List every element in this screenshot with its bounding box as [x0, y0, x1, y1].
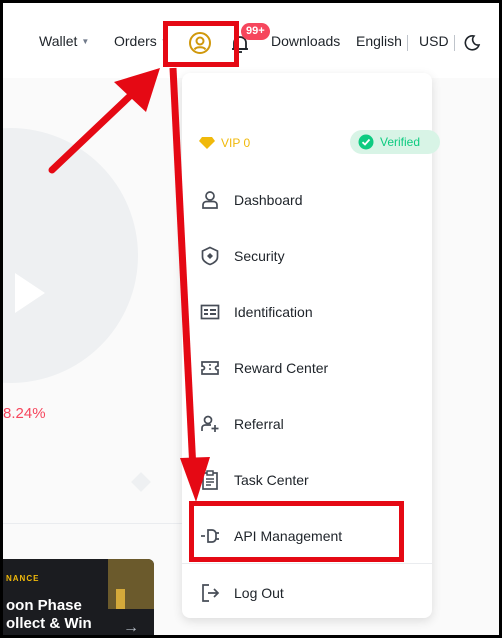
- banner-artwork: [116, 589, 125, 609]
- divider: [182, 563, 432, 564]
- logout-icon: [202, 584, 220, 602]
- vip-level[interactable]: VIP 0: [199, 136, 250, 150]
- menu-item-referral[interactable]: Referral: [182, 404, 432, 444]
- menu-item-dashboard[interactable]: Dashboard: [182, 180, 432, 220]
- divider: [407, 35, 408, 51]
- chevron-right-icon: [15, 273, 45, 313]
- diamond-icon: [199, 137, 215, 149]
- banner-brand: NANCE: [6, 574, 40, 583]
- wallet-label: Wallet: [39, 33, 78, 49]
- menu-item-label: Dashboard: [234, 192, 303, 208]
- menu-item-label: Identification: [234, 304, 313, 320]
- diamond-shape: [131, 472, 151, 492]
- id-card-icon: [200, 304, 220, 320]
- divider: [454, 35, 455, 51]
- menu-item-label: Log Out: [234, 585, 284, 601]
- check-badge-icon: [358, 134, 374, 150]
- currency-link[interactable]: USD: [419, 33, 449, 49]
- banner-artwork: [108, 559, 154, 609]
- orders-label: Orders: [114, 33, 157, 49]
- price-change-value: 8.24%: [3, 405, 46, 422]
- banner-title: oon Phase: [6, 597, 82, 614]
- verified-label: Verified: [380, 135, 421, 149]
- downloads-link[interactable]: Downloads: [271, 33, 340, 49]
- menu-item-label: Referral: [234, 416, 284, 432]
- ticket-icon: [201, 361, 219, 375]
- menu-item-reward-center[interactable]: Reward Center: [182, 348, 432, 388]
- promo-banner[interactable]: NANCE oon Phase ollect & Win →: [3, 559, 154, 635]
- menu-item-task-center[interactable]: Task Center: [182, 460, 432, 500]
- top-navbar: Wallet ▼ Orders ▼ 99+ Downloads English …: [3, 3, 499, 78]
- verified-badge: Verified: [350, 130, 440, 154]
- annotation-highlight-api: [189, 501, 404, 562]
- wallet-menu[interactable]: Wallet ▼: [39, 33, 89, 49]
- moon-icon[interactable]: [463, 34, 481, 52]
- arrow-right-icon: →: [123, 619, 139, 635]
- divider: [3, 523, 186, 524]
- clipboard-icon: [202, 470, 218, 490]
- user-icon: [202, 191, 218, 209]
- menu-item-log-out[interactable]: Log Out: [182, 573, 432, 613]
- banner-subtitle: ollect & Win: [6, 615, 92, 632]
- language-link[interactable]: English: [356, 33, 402, 49]
- shield-icon: [201, 246, 219, 266]
- menu-item-security[interactable]: Security: [182, 236, 432, 276]
- menu-item-label: Security: [234, 248, 285, 264]
- menu-item-label: Task Center: [234, 472, 309, 488]
- background-circle: [3, 128, 138, 383]
- orders-menu[interactable]: Orders ▼: [114, 33, 169, 49]
- menu-item-label: Reward Center: [234, 360, 329, 376]
- notification-badge: 99+: [241, 23, 270, 40]
- caret-down-icon: ▼: [81, 36, 90, 46]
- annotation-highlight-account: [163, 21, 239, 67]
- user-plus-icon: [201, 415, 219, 432]
- vip-label: VIP 0: [221, 136, 251, 150]
- menu-item-identification[interactable]: Identification: [182, 292, 432, 332]
